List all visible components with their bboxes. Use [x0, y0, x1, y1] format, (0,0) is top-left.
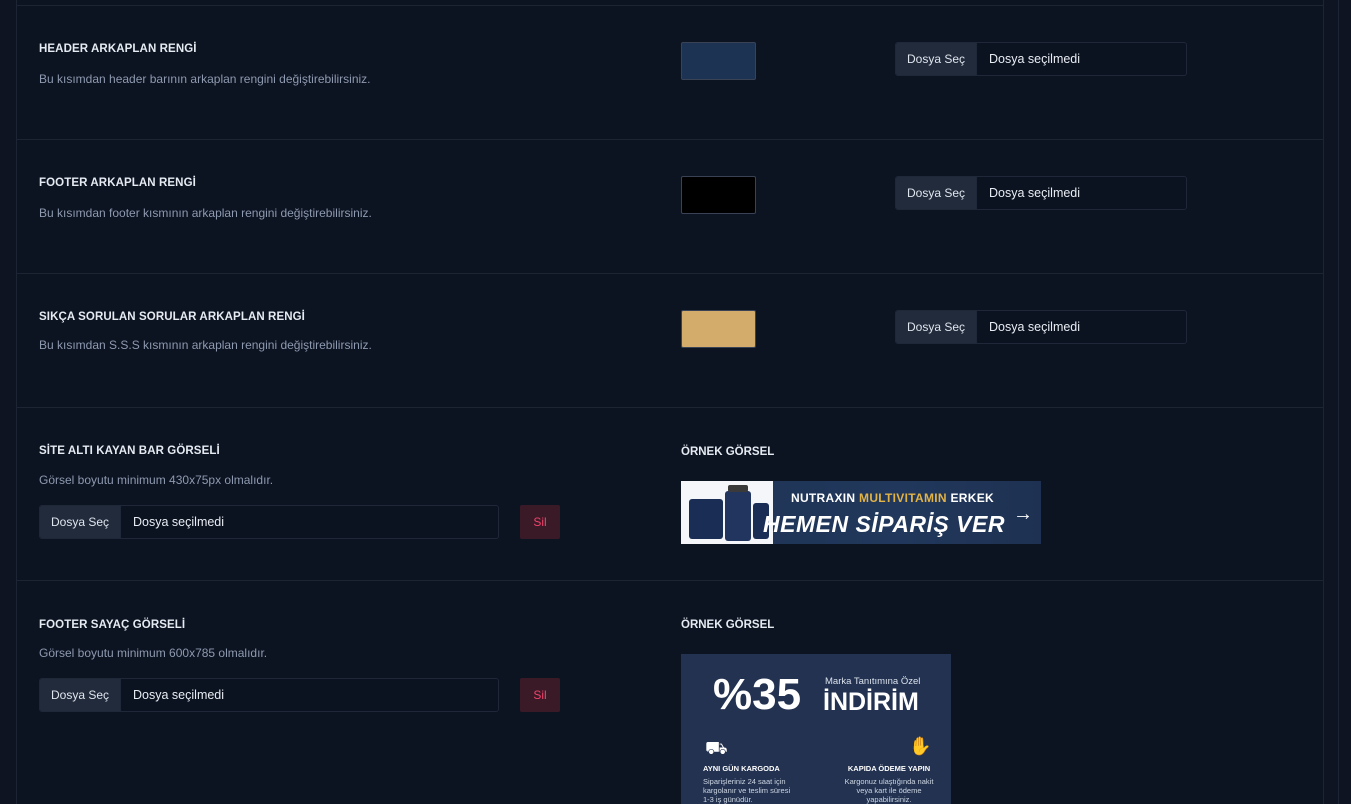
- header-bg-color-row: HEADER ARKAPLAN RENGİ Bu kısımdan header…: [17, 6, 1323, 140]
- footer-counter-image-row: FOOTER SAYAÇ GÖRSELİ Görsel boyutu minim…: [17, 581, 1323, 804]
- discount-text: %35: [713, 670, 802, 719]
- poster-feature-right: KAPIDA ÖDEME YAPIN Kargonuz ulaştığında …: [844, 764, 934, 804]
- sample-image-label: ÖRNEK GÖRSEL: [681, 446, 775, 458]
- delete-button[interactable]: Sil: [520, 505, 560, 539]
- settings-panel: HEADER ARKAPLAN RENGİ Bu kısımdan header…: [16, 0, 1324, 804]
- choose-file-button[interactable]: Dosya Seç: [40, 506, 122, 538]
- delivery-truck-icon: ⛟: [705, 738, 728, 758]
- sliding-bar-image-row: SİTE ALTI KAYAN BAR GÖRSELİ Görsel boyut…: [17, 408, 1323, 581]
- row-title: HEADER ARKAPLAN RENGİ: [39, 43, 197, 55]
- row-description: Bu kısımdan footer kısmının arkaplan ren…: [39, 206, 372, 220]
- choose-file-button[interactable]: Dosya Seç: [40, 679, 122, 711]
- color-swatch[interactable]: [681, 42, 756, 80]
- sample-image-label: ÖRNEK GÖRSEL: [681, 619, 775, 631]
- delete-button[interactable]: Sil: [520, 678, 560, 712]
- row-description: Bu kısımdan S.S.S kısmının arkaplan reng…: [39, 338, 372, 352]
- file-input[interactable]: Dosya Seç Dosya seçilmedi: [895, 42, 1187, 76]
- row-description: Görsel boyutu minimum 600x785 olmalıdır.: [39, 646, 268, 660]
- color-swatch[interactable]: [681, 310, 756, 348]
- file-input[interactable]: Dosya Seç Dosya seçilmedi: [39, 505, 499, 539]
- row-description: Görsel boyutu minimum 430x75px olmalıdır…: [39, 473, 274, 487]
- footer-bg-color-row: FOOTER ARKAPLAN RENGİ Bu kısımdan footer…: [17, 140, 1323, 274]
- poster-feature-left: AYNI GÜN KARGODA Siparişleriniz 24 saat …: [703, 764, 791, 804]
- row-title: FOOTER ARKAPLAN RENGİ: [39, 177, 196, 189]
- file-input[interactable]: Dosya Seç Dosya seçilmedi: [39, 678, 499, 712]
- row-title: SIKÇA SORULAN SORULAR ARKAPLAN RENGİ: [39, 311, 305, 323]
- row-description: Bu kısımdan header barının arkaplan reng…: [39, 72, 371, 86]
- sample-poster-image: %35 Marka Tanıtımına Özel İNDİRİM ⛟ ✋ AY…: [681, 654, 951, 804]
- row-title: FOOTER SAYAÇ GÖRSELİ: [39, 619, 186, 631]
- banner-tagline: NUTRAXIN MULTIVITAMIN ERKEK: [791, 491, 995, 505]
- banner-headline: HEMEN SİPARİŞ VER: [763, 511, 1005, 537]
- sample-banner-image: NUTRAXIN MULTIVITAMIN ERKEK HEMEN SİPARİ…: [681, 481, 1041, 544]
- choose-file-button[interactable]: Dosya Seç: [896, 311, 978, 343]
- payment-hand-icon: ✋: [909, 736, 932, 756]
- color-swatch[interactable]: [681, 176, 756, 214]
- product-image: [681, 481, 773, 544]
- file-status-text: Dosya seçilmedi: [133, 688, 225, 702]
- file-status-text: Dosya seçilmedi: [133, 515, 225, 529]
- choose-file-button[interactable]: Dosya Seç: [896, 43, 978, 75]
- file-status-text: Dosya seçilmedi: [989, 186, 1081, 200]
- faq-bg-color-row: SIKÇA SORULAN SORULAR ARKAPLAN RENGİ Bu …: [17, 274, 1323, 408]
- file-input[interactable]: Dosya Seç Dosya seçilmedi: [895, 176, 1187, 210]
- file-input[interactable]: Dosya Seç Dosya seçilmedi: [895, 310, 1187, 344]
- row-title: SİTE ALTI KAYAN BAR GÖRSELİ: [39, 445, 220, 457]
- file-status-text: Dosya seçilmedi: [989, 320, 1081, 334]
- choose-file-button[interactable]: Dosya Seç: [896, 177, 978, 209]
- file-status-text: Dosya seçilmedi: [989, 52, 1081, 66]
- scroll-rail: [1338, 0, 1339, 804]
- poster-headline: İNDİRİM: [823, 688, 919, 716]
- arrow-right-icon: →: [1013, 503, 1033, 525]
- poster-subtitle: Marka Tanıtımına Özel: [825, 676, 921, 687]
